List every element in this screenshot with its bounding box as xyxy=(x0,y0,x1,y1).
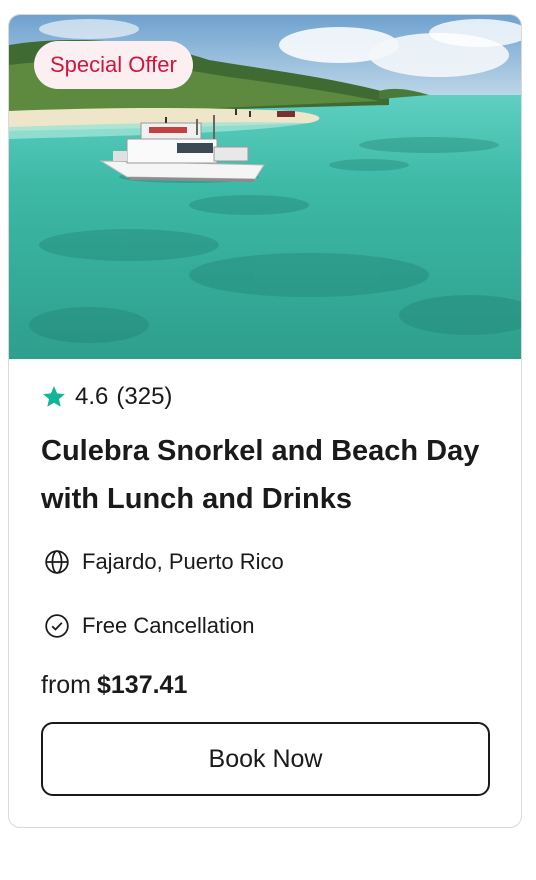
rating-count: (325) xyxy=(116,383,173,410)
tour-card[interactable]: Special Offer 4.6 (325) Culebra Snorkel … xyxy=(8,14,522,828)
location-text: Fajardo, Puerto Rico xyxy=(82,549,284,574)
price-prefix: from xyxy=(41,671,91,699)
check-circle-icon xyxy=(45,614,69,638)
rating: 4.6 (325) xyxy=(41,381,172,413)
tour-photo[interactable]: Special Offer xyxy=(9,15,521,359)
book-now-button[interactable]: Book Now xyxy=(41,722,490,796)
cancellation-text: Free Cancellation xyxy=(82,613,255,638)
star-icon xyxy=(43,386,65,407)
rating-score: 4.6 xyxy=(75,383,109,410)
tour-title[interactable]: Culebra Snorkel and Beach Day with Lunch… xyxy=(41,427,481,523)
location-row: Fajardo, Puerto Rico xyxy=(44,547,284,577)
cancellation-row: Free Cancellation xyxy=(44,611,254,641)
special-offer-badge: Special Offer xyxy=(34,41,193,89)
globe-icon xyxy=(45,550,69,574)
price-amount: $137.41 xyxy=(97,671,188,699)
price: from $137.41 xyxy=(41,671,187,700)
